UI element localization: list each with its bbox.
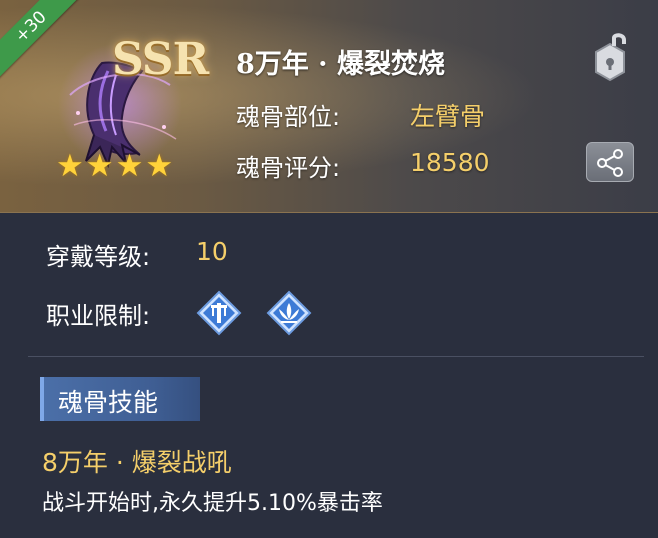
item-header: +30 SSR ★★★★ 8万年 · 爆裂焚烧 魂骨部位: 左臂骨 魂骨评分: … — [0, 0, 658, 213]
bone-position-label: 魂骨部位: — [236, 103, 341, 131]
item-title: 8万年 · 爆裂焚烧 — [236, 49, 445, 80]
lotus-class-icon — [266, 290, 312, 336]
weapon-class-icon — [196, 290, 242, 336]
share-button[interactable] — [586, 142, 634, 182]
skill-section-tab: 魂骨技能 — [40, 377, 200, 421]
wear-level-label: 穿戴等级: — [46, 243, 151, 271]
star-rating: ★★★★ — [56, 148, 176, 184]
class-restriction-label: 职业限制: — [46, 302, 151, 330]
wear-level-value: 10 — [196, 237, 228, 266]
rarity-label: SSR — [112, 34, 209, 85]
bone-score-label: 魂骨评分: — [236, 154, 341, 182]
bone-score-value: 18580 — [410, 148, 490, 177]
section-divider — [28, 356, 644, 357]
share-icon — [597, 149, 623, 177]
lock-toggle-button[interactable] — [588, 32, 632, 82]
skill-description: 战斗开始时,永久提升5.10%暴击率 — [42, 491, 383, 516]
skill-name: 8万年 · 爆裂战吼 — [42, 448, 232, 477]
bone-position-value: 左臂骨 — [410, 102, 486, 131]
unlock-icon — [595, 33, 626, 82]
skill-section-label: 魂骨技能 — [58, 388, 159, 417]
soul-bone-detail-panel: +30 SSR ★★★★ 8万年 · 爆裂焚烧 魂骨部位: 左臂骨 魂骨评分: … — [0, 0, 658, 538]
